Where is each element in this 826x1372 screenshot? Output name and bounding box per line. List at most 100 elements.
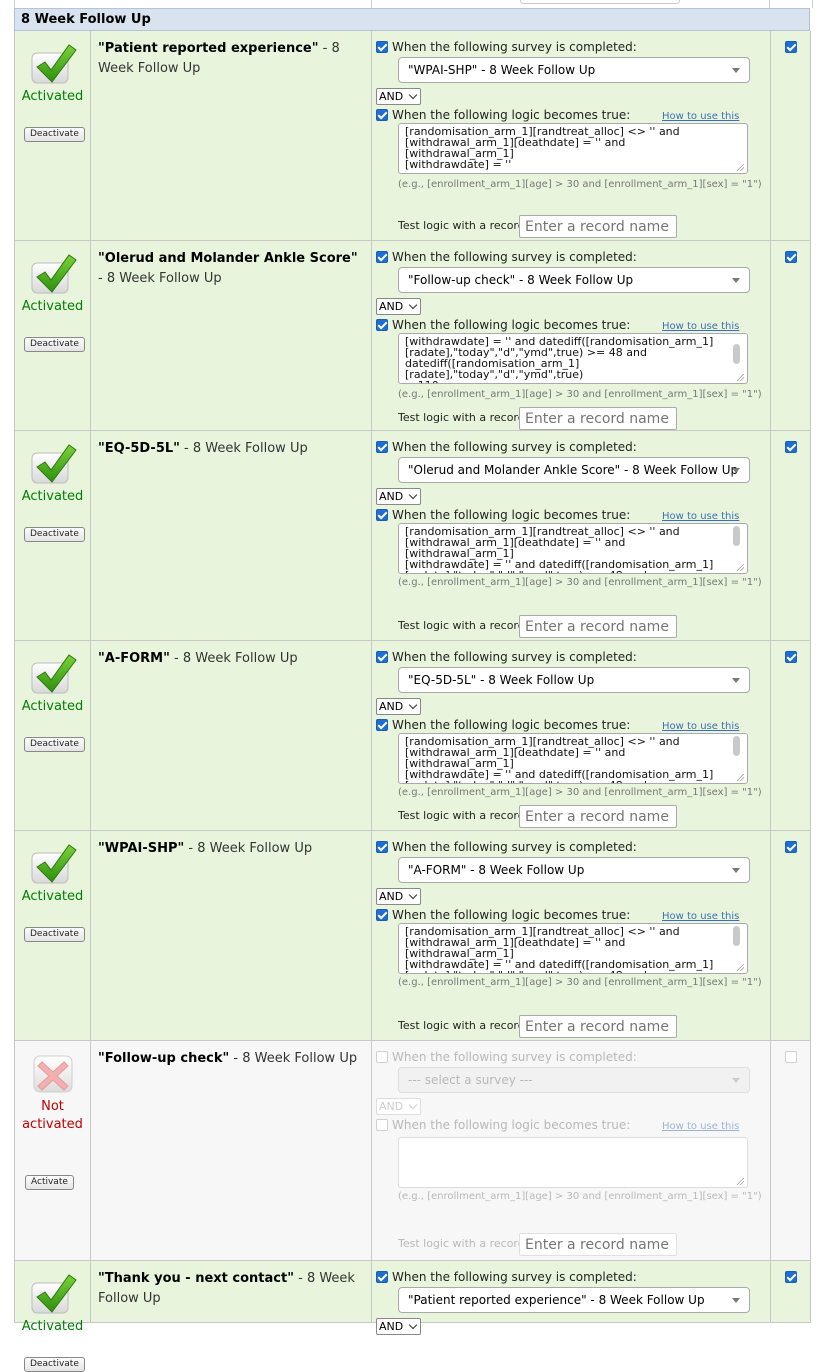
textarea-scrollbar[interactable] [733,736,740,756]
test-record-input[interactable] [519,1233,677,1256]
red-x-icon [28,1051,78,1095]
enabled-checkbox[interactable] [785,251,797,263]
enabled-checkbox[interactable] [785,1271,797,1283]
survey-select[interactable]: "WPAI-SHP" - 8 Week Follow Up [398,57,750,83]
enabled-checkbox[interactable] [785,1051,797,1063]
resize-grip-icon[interactable] [737,964,744,971]
logic-textarea[interactable] [398,1137,748,1188]
activate-button[interactable]: Activate [25,1175,74,1190]
enabled-cell [770,1261,811,1322]
logic-condition-checkbox[interactable] [376,719,388,731]
resize-grip-icon[interactable] [737,774,744,781]
enabled-checkbox[interactable] [785,841,797,853]
logic-example: (e.g., [enrollment_arm_1][age] > 30 and … [398,179,762,190]
survey-name: "WPAI-SHP" - 8 Week Follow Up [98,839,360,859]
logic-textarea[interactable]: [randomisation_arm_1][randtreat_alloc] <… [398,923,748,974]
conditions-cell: When the following survey is completed: "… [371,241,771,430]
resize-grip-icon[interactable] [737,564,744,571]
survey-condition-checkbox[interactable] [376,1051,388,1063]
survey-select[interactable]: "Follow-up check" - 8 Week Follow Up [398,267,750,293]
logic-textarea[interactable]: [randomisation_arm_1][randtreat_alloc] <… [398,123,748,174]
logic-condition-checkbox[interactable] [376,509,388,521]
survey-select[interactable]: "EQ-5D-5L" - 8 Week Follow Up [398,667,750,693]
logic-example: (e.g., [enrollment_arm_1][age] > 30 and … [398,977,762,988]
and-or-select[interactable]: AND [376,1098,421,1115]
logic-textarea[interactable]: [randomisation_arm_1][randtreat_alloc] <… [398,523,748,574]
survey-title: "WPAI-SHP" [98,841,185,856]
and-or-select[interactable]: AND [376,298,421,315]
survey-title: "Olerud and Molander Ankle Score" [98,251,358,266]
status-cell: Activated Deactivate [15,31,91,240]
survey-select[interactable]: "Olerud and Molander Ankle Score" - 8 We… [398,457,750,483]
textarea-scrollbar[interactable] [733,344,740,364]
deactivate-button[interactable]: Deactivate [24,337,85,352]
logic-textarea[interactable]: [withdrawdate] = '' and datediff([random… [398,333,748,384]
and-or-select[interactable]: AND [376,1318,421,1335]
survey-condition-label: When the following survey is completed: [392,440,637,454]
survey-condition-checkbox[interactable] [376,251,388,263]
logic-text: [randomisation_arm_1][randtreat_alloc] <… [405,525,714,573]
enabled-checkbox[interactable] [785,41,797,53]
survey-condition-label: When the following survey is completed: [392,1050,637,1064]
test-record-input[interactable] [519,615,677,638]
enabled-cell [770,31,811,240]
how-to-use-link[interactable]: How to use this [662,511,739,523]
and-or-select[interactable]: AND [376,488,421,505]
test-record-input[interactable] [519,1015,677,1038]
textarea-scrollbar[interactable] [733,526,740,546]
test-record-input[interactable] [519,805,677,828]
how-to-use-link[interactable]: How to use this [662,1121,739,1133]
survey-condition-checkbox[interactable] [376,651,388,663]
survey-condition-checkbox[interactable] [376,841,388,853]
survey-select[interactable]: --- select a survey --- [398,1067,750,1093]
how-to-use-link[interactable]: How to use this [662,721,739,733]
enabled-checkbox[interactable] [785,441,797,453]
deactivate-button[interactable]: Deactivate [24,527,85,542]
survey-select[interactable]: "Patient reported experience" - 8 Week F… [398,1287,750,1313]
deactivate-button[interactable]: Deactivate [24,1357,85,1372]
survey-condition-checkbox[interactable] [376,41,388,53]
logic-condition-checkbox[interactable] [376,319,388,331]
logic-condition-checkbox[interactable] [376,909,388,921]
green-check-icon [28,441,78,485]
resize-grip-icon[interactable] [737,164,744,171]
how-to-use-link[interactable]: How to use this [662,321,739,333]
resize-grip-icon[interactable] [737,374,744,381]
survey-name-cell: "WPAI-SHP" - 8 Week Follow Up [90,831,372,1040]
how-to-use-link[interactable]: How to use this [662,911,739,923]
survey-select[interactable]: "A-FORM" - 8 Week Follow Up [398,857,750,883]
survey-condition-checkbox[interactable] [376,1271,388,1283]
test-record-input[interactable] [519,407,677,430]
logic-text: [randomisation_arm_1][randtreat_alloc] <… [405,125,680,171]
logic-condition-label: When the following logic becomes true: [392,108,631,122]
survey-name-cell: "Follow-up check" - 8 Week Follow Up [90,1041,372,1260]
logic-condition-checkbox[interactable] [376,109,388,121]
event-name: - 8 Week Follow Up [184,841,313,856]
survey-condition-checkbox[interactable] [376,441,388,453]
conditions-cell: When the following survey is completed: "… [371,1261,771,1335]
deactivate-button[interactable]: Deactivate [24,737,85,752]
logic-condition-label: When the following logic becomes true: [392,318,631,332]
automated-invitation-row: Activated Deactivate "A-FORM" - 8 Week Fol… [14,641,811,831]
event-name: - 8 Week Follow Up [169,651,298,666]
survey-title: "Patient reported experience" [98,41,319,56]
how-to-use-link[interactable]: How to use this [662,111,739,123]
logic-condition-checkbox[interactable] [376,1119,388,1131]
automated-invitation-row: Activated Deactivate "EQ-5D-5L" - 8 Week F… [14,431,811,641]
automated-invitation-row: Activated Deactivate "WPAI-SHP" - 8 Week F… [14,831,811,1041]
enabled-cell [770,431,811,640]
and-or-select[interactable]: AND [376,698,421,715]
and-or-select[interactable]: AND [376,88,421,105]
event-name: - 8 Week Follow Up [179,441,308,456]
logic-textarea[interactable]: [randomisation_arm_1][randtreat_alloc] <… [398,733,748,784]
survey-title: "A-FORM" [98,651,170,666]
test-record-input[interactable] [519,215,677,238]
status-label: Activated [21,1319,84,1334]
textarea-scrollbar[interactable] [733,926,740,946]
resize-grip-icon[interactable] [737,1178,744,1185]
deactivate-button[interactable]: Deactivate [24,127,85,142]
enabled-checkbox[interactable] [785,651,797,663]
and-or-select[interactable]: AND [376,888,421,905]
status-label: Activated [21,889,84,904]
deactivate-button[interactable]: Deactivate [24,927,85,942]
